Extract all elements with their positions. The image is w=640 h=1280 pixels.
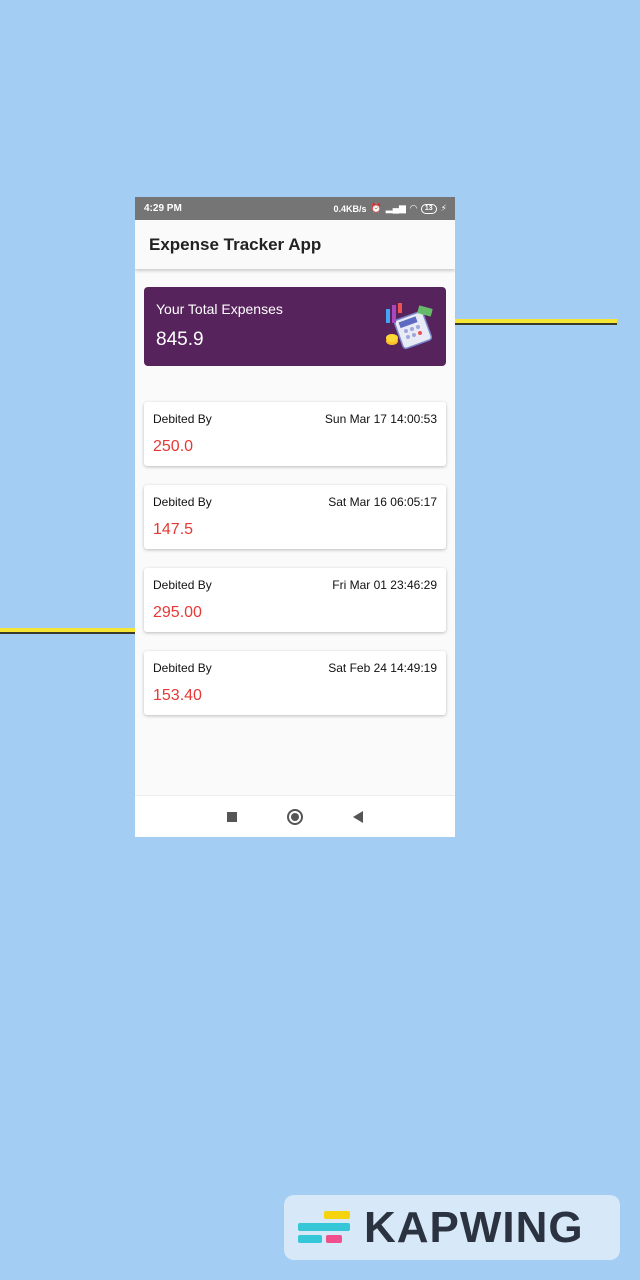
battery-icon: 13 bbox=[420, 203, 437, 214]
transaction-datetime: Fri Mar 01 23:46:29 bbox=[332, 578, 437, 592]
status-icons: 0.4KB/s ⏰ ▂▄▆ ◠ 13 ⚡ bbox=[333, 203, 447, 214]
recents-square-icon[interactable] bbox=[227, 811, 237, 822]
transaction-datetime: Sat Mar 16 06:05:17 bbox=[328, 495, 437, 509]
transaction-label: Debited By bbox=[153, 661, 212, 675]
transaction-label: Debited By bbox=[153, 412, 212, 426]
status-bar: 4:29 PM 0.4KB/s ⏰ ▂▄▆ ◠ 13 ⚡ bbox=[135, 197, 455, 220]
wifi-icon: ◠ bbox=[409, 203, 417, 213]
transaction-label: Debited By bbox=[153, 578, 212, 592]
transaction-amount: 153.40 bbox=[153, 687, 202, 704]
transaction-card[interactable]: Debited By Fri Mar 01 23:46:29 295.00 bbox=[144, 568, 446, 632]
back-triangle-icon[interactable] bbox=[353, 810, 363, 823]
transaction-list: Debited By Sun Mar 17 14:00:53 250.0 Deb… bbox=[144, 402, 446, 734]
system-nav-bar bbox=[135, 795, 455, 837]
status-time: 4:29 PM bbox=[144, 203, 182, 214]
transaction-card[interactable]: Debited By Sat Mar 16 06:05:17 147.5 bbox=[144, 485, 446, 549]
transaction-amount: 250.0 bbox=[153, 438, 194, 455]
watermark-text: KAPWING bbox=[364, 1202, 584, 1252]
transaction-amount: 295.00 bbox=[153, 604, 202, 621]
transaction-amount: 147.5 bbox=[153, 521, 194, 538]
decorative-line-right bbox=[455, 319, 617, 323]
phone-screen: 4:29 PM 0.4KB/s ⏰ ▂▄▆ ◠ 13 ⚡ Expense Tra… bbox=[135, 197, 455, 837]
network-speed: 0.4KB/s bbox=[333, 203, 367, 214]
transaction-datetime: Sun Mar 17 14:00:53 bbox=[324, 412, 437, 426]
app-title: Expense Tracker App bbox=[149, 234, 322, 254]
app-bar: Expense Tracker App bbox=[135, 220, 455, 269]
signal-icon: ▂▄▆ bbox=[385, 203, 406, 213]
decorative-line-left bbox=[0, 628, 135, 632]
home-circle-icon[interactable] bbox=[287, 808, 303, 825]
total-expenses-card[interactable]: Your Total Expenses 845.9 bbox=[144, 287, 446, 366]
calculator-finance-icon bbox=[386, 303, 433, 350]
alarm-icon: ⏰ bbox=[370, 203, 382, 213]
charging-icon: ⚡ bbox=[440, 203, 447, 213]
transaction-card[interactable]: Debited By Sat Feb 24 14:49:19 153.40 bbox=[144, 651, 446, 715]
transaction-label: Debited By bbox=[153, 495, 212, 509]
transaction-datetime: Sat Feb 24 14:49:19 bbox=[328, 661, 437, 675]
kapwing-watermark: KAPWING bbox=[284, 1195, 620, 1260]
kapwing-logo-icon bbox=[298, 1210, 350, 1243]
transaction-card[interactable]: Debited By Sun Mar 17 14:00:53 250.0 bbox=[144, 402, 446, 466]
